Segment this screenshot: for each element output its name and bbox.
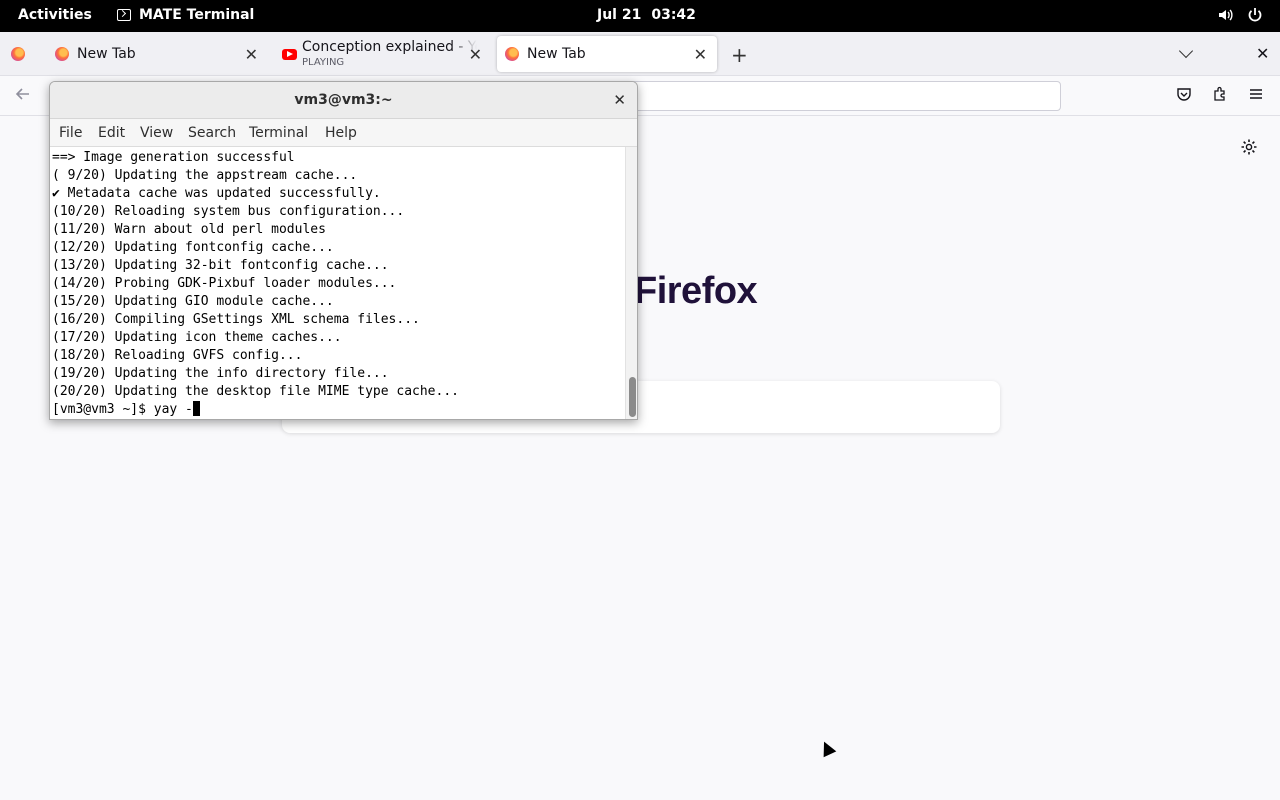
terminal-scrollbar[interactable] [625,147,637,419]
mouse-pointer-icon [817,738,837,758]
menu-terminal[interactable]: Terminal [249,125,308,141]
tab-title: New Tab [77,46,136,62]
terminal-line: ( 9/20) Updating the appstream cache... [52,168,358,183]
firefox-view-button[interactable] [11,36,31,72]
terminal-line: (10/20) Reloading system bus configurati… [52,204,405,219]
terminal-titlebar[interactable]: vm3@vm3:~ ✕ [50,82,637,119]
tab-title: New Tab [527,46,586,62]
terminal-line: (15/20) Updating GIO module cache... [52,294,334,309]
terminal-line: (14/20) Probing GDK-Pixbuf loader module… [52,276,397,291]
terminal-line: (13/20) Updating 32-bit fontconfig cache… [52,258,389,273]
app-menu-hamburger-icon[interactable] [1248,86,1264,106]
youtube-icon [282,48,297,60]
firefox-icon [55,47,69,61]
clock-time: 03:42 [651,7,696,23]
volume-icon[interactable] [1217,7,1233,27]
terminal-line: (17/20) Updating icon theme caches... [52,330,342,345]
extensions-icon[interactable] [1212,86,1228,106]
terminal-line: (11/20) Warn about old perl modules [52,222,326,237]
tab-youtube[interactable]: Conception explained - YouTube PLAYING ✕ [270,36,492,72]
tab-new-tab-active[interactable]: New Tab ✕ [497,36,717,72]
terminal-window[interactable]: vm3@vm3:~ ✕ File Edit View Search Termin… [49,81,638,420]
close-window-icon[interactable]: ✕ [1256,44,1269,63]
firefox-icon [505,47,519,61]
tab-close-icon[interactable]: ✕ [469,45,482,64]
clock-date: Jul 21 [597,7,642,23]
terminal-title: vm3@vm3:~ [294,92,393,108]
menu-search[interactable]: Search [188,125,236,141]
terminal-line: ==> Image generation successful [52,150,295,165]
back-arrow-icon[interactable] [15,86,31,106]
firefox-wordmark: Firefox [634,270,758,312]
address-bar[interactable] [600,81,1061,111]
firefox-icon [11,47,25,61]
menu-edit[interactable]: Edit [98,125,125,141]
close-icon[interactable]: ✕ [613,91,626,109]
clock[interactable]: Jul 21 03:42 [597,7,706,23]
terminal-line: (20/20) Updating the desktop file MIME t… [52,384,459,399]
browser-tab-strip: New Tab ✕ Conception explained - YouTube… [0,32,1280,76]
terminal-line: (19/20) Updating the info directory file… [52,366,389,381]
terminal-line: (12/20) Updating fontconfig cache... [52,240,334,255]
terminal-menubar: File Edit View Search Terminal Help [50,119,637,147]
terminal-cursor [192,401,200,416]
terminal-scroll-thumb[interactable] [629,377,636,417]
tab-title: Conception explained - YouTube [302,39,477,55]
terminal-prompt-line[interactable]: [vm3@vm3 ~]$ yay - [52,401,625,419]
tab-close-icon[interactable]: ✕ [694,45,707,64]
terminal-line: (16/20) Compiling GSettings XML schema f… [52,312,420,327]
terminal-prompt: [vm3@vm3 ~]$ yay - [52,402,193,417]
activities-button[interactable]: Activities [18,7,92,23]
terminal-line: ✔ Metadata cache was updated successfull… [52,186,381,201]
app-menu[interactable]: MATE Terminal [117,7,254,23]
tab-close-icon[interactable]: ✕ [245,45,258,64]
tab-playing-label: PLAYING [302,57,345,69]
terminal-line: (18/20) Reloading GVFS config... [52,348,303,363]
gear-icon[interactable] [1240,138,1258,161]
power-icon[interactable] [1247,7,1263,27]
menu-help[interactable]: Help [325,125,357,141]
list-all-tabs-icon[interactable] [1178,43,1194,59]
tab-new-tab-1[interactable]: New Tab ✕ [43,36,268,72]
menu-view[interactable]: View [140,125,173,141]
terminal-output[interactable]: ==> Image generation successful ( 9/20) … [50,147,625,419]
system-top-bar: Activities MATE Terminal Jul 21 03:42 [0,0,1280,32]
new-tab-button[interactable]: + [731,43,748,67]
pocket-icon[interactable] [1176,86,1192,106]
app-menu-label: MATE Terminal [139,7,255,23]
terminal-icon [117,9,131,21]
menu-file[interactable]: File [59,125,82,141]
